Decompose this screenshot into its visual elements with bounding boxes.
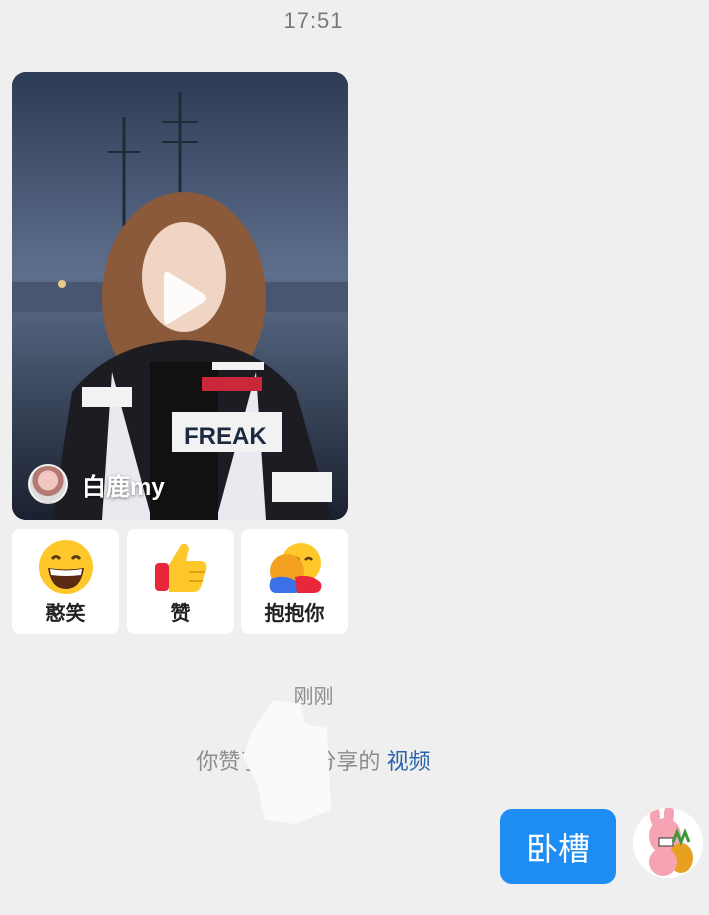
video-link[interactable]: 视频 [387, 749, 431, 774]
svg-text:FREAK: FREAK [184, 423, 267, 450]
message-text: 卧槽 [525, 830, 590, 867]
reaction-like-button[interactable]: 赞 [127, 529, 234, 634]
reaction-hug-button[interactable]: 抱抱你 [241, 529, 348, 634]
reaction-label: 抱抱你 [264, 603, 325, 625]
redaction-mark [243, 700, 331, 826]
my-message-bubble[interactable]: 卧槽 [500, 809, 616, 884]
reaction-label: 赞 [170, 603, 191, 625]
author-name: 白鹿my [82, 473, 165, 501]
top-timestamp: 17:51 [283, 8, 344, 33]
reaction-grin-button[interactable]: 憨笑 [12, 529, 119, 634]
video-author[interactable]: 白鹿my [28, 464, 165, 504]
grin-emoji-icon [38, 540, 93, 594]
author-avatar[interactable] [28, 464, 68, 504]
shared-video-card[interactable]: FREAK 白鹿my [12, 72, 348, 520]
my-avatar[interactable] [633, 808, 703, 878]
reaction-label: 憨笑 [45, 603, 86, 625]
thumbs-up-emoji-icon [154, 543, 206, 592]
hug-emoji-icon [269, 543, 321, 593]
play-icon[interactable] [150, 268, 210, 328]
